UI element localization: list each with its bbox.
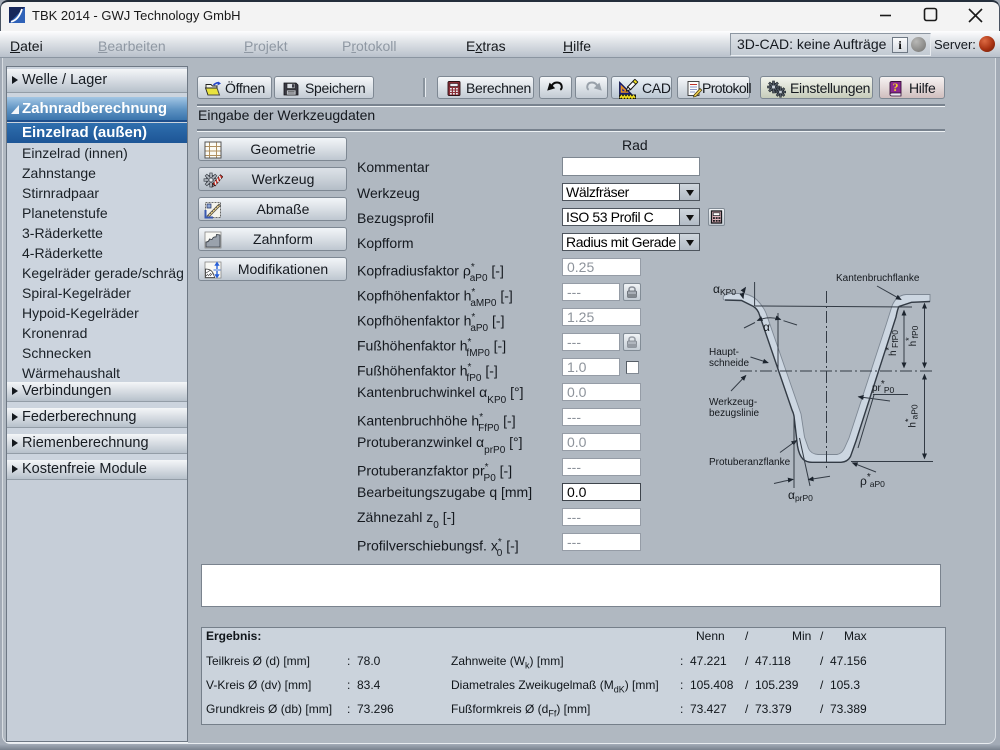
svg-text:Werkzeug-: Werkzeug- — [709, 397, 757, 408]
svg-text:schneide: schneide — [709, 358, 749, 369]
svg-text:Haupt-: Haupt- — [709, 347, 739, 358]
svg-text:αKP0: αKP0 — [713, 282, 736, 297]
svg-text:αprP0: αprP0 — [788, 488, 813, 503]
svg-text:α: α — [763, 320, 770, 334]
svg-text:h*aP0: h*aP0 — [904, 404, 920, 427]
svg-text:h*fP0: h*fP0 — [904, 325, 920, 346]
svg-text:Kantenbruchflanke: Kantenbruchflanke — [836, 273, 920, 284]
svg-text:bezugslinie: bezugslinie — [709, 408, 759, 419]
svg-text:Protuberanzflanke: Protuberanzflanke — [709, 457, 791, 468]
svg-text:ρ*aP0: ρ*aP0 — [860, 472, 885, 489]
svg-text:?: ? — [893, 80, 899, 94]
